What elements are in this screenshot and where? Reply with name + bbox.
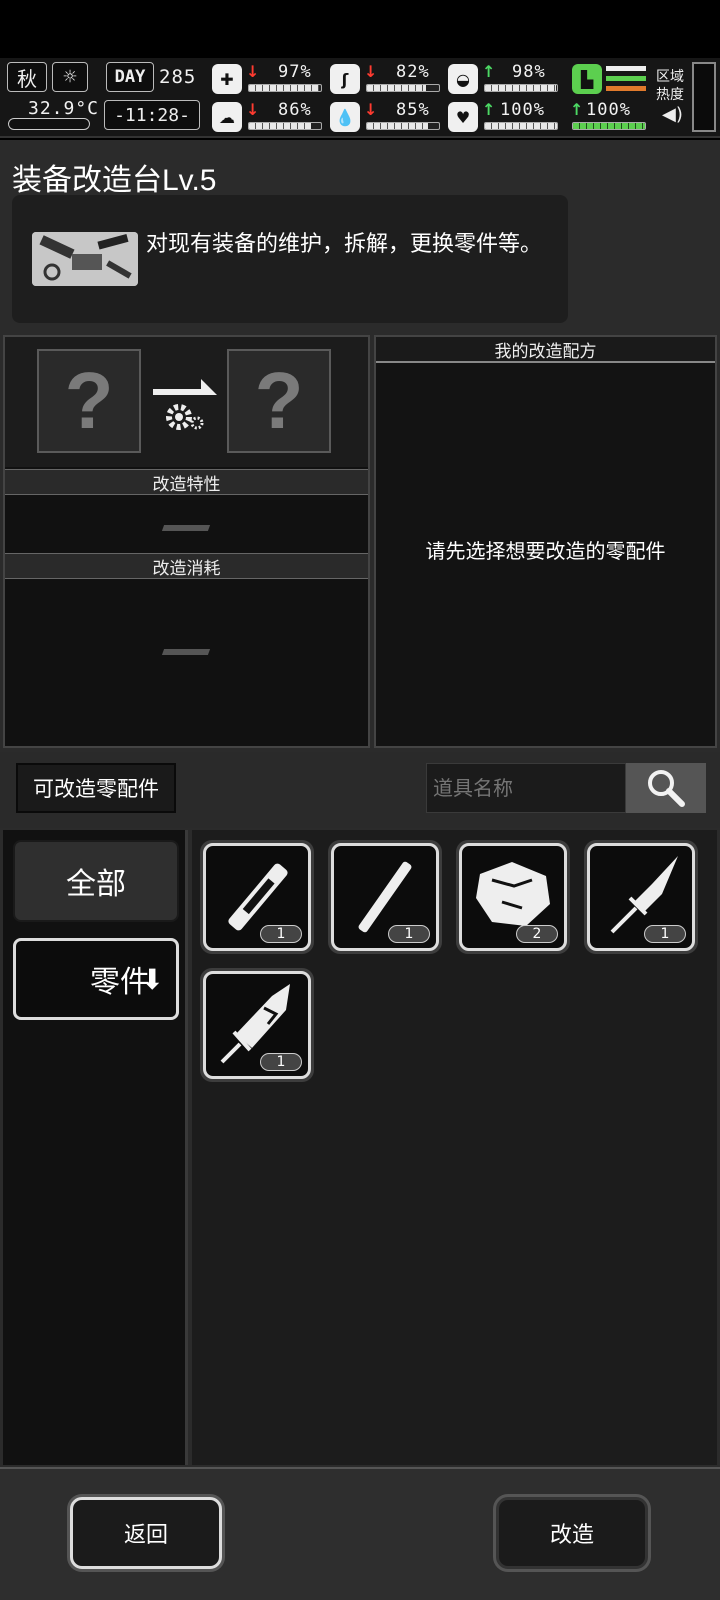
result-slot[interactable]: ? — [227, 349, 331, 453]
sun-icon: ☼ — [52, 62, 88, 92]
speaker-icon[interactable]: ◀) — [662, 104, 683, 125]
stamina-line-icon — [606, 76, 646, 81]
clock-value: -11:28- — [114, 104, 190, 126]
item-slot[interactable]: 1 — [584, 840, 698, 954]
trend-down-icon: ↓ — [364, 62, 378, 81]
stamina-value: 100% — [586, 100, 631, 120]
arrow-down-icon: ⬇ — [140, 963, 164, 996]
item-frame: 1 — [331, 843, 439, 951]
temperature-value: 32.9°C — [28, 98, 100, 119]
recipes-header: 我的改造配方 — [376, 337, 715, 363]
recipes-empty-message: 请先选择想要改造的零配件 — [425, 539, 666, 563]
water-drop-icon: 💧 — [330, 102, 360, 132]
trend-up-icon: ↑ — [482, 62, 496, 81]
back-button[interactable]: 返回 — [70, 1497, 222, 1569]
page-title: 装备改造台Lv.5 — [12, 164, 217, 197]
hunger-value: 82% — [396, 62, 430, 82]
item-frame: 2 — [459, 843, 567, 951]
health-bar — [248, 84, 322, 92]
tools-illustration — [32, 232, 138, 286]
stamina-bar — [572, 122, 646, 130]
thirst-value: 85% — [396, 100, 430, 120]
item-count-badge: 1 — [260, 925, 302, 943]
category-sidebar: 全部 零件 ⬇ — [3, 830, 188, 1465]
category-all-label: 全部 — [66, 867, 126, 902]
heart-icon: ♥ — [448, 102, 478, 132]
stomach-icon: ʃ — [330, 64, 360, 94]
zone-heat-label: 区域 热度 — [656, 69, 684, 103]
day-value: 285 — [159, 66, 197, 88]
item-count-badge: 1 — [388, 925, 430, 943]
helmet-icon: ◒ — [448, 64, 478, 94]
season-label: 秋 — [17, 66, 37, 91]
trend-up-icon: ↑ — [482, 100, 496, 119]
question-mark-icon: ? — [254, 356, 304, 445]
trend-down-icon: ↓ — [364, 100, 378, 119]
health-value: 97% — [278, 62, 312, 82]
search-icon — [648, 770, 685, 807]
trend-down-icon: ↓ — [246, 100, 260, 119]
hunger-bar — [366, 84, 440, 92]
trend-down-icon: ↓ — [246, 62, 260, 81]
stamina-line-icon — [606, 66, 646, 71]
item-slot[interactable]: 1 — [328, 840, 442, 954]
clock-display: -11:28- — [104, 100, 200, 130]
modifiable-parts-tab[interactable]: 可改造零配件 — [16, 763, 176, 813]
item-frame: 1 — [203, 843, 311, 951]
boot-icon: ▙ — [572, 64, 602, 94]
traits-empty-dash — [161, 525, 211, 531]
mental-bar — [248, 122, 322, 130]
item-count-badge: 1 — [644, 925, 686, 943]
item-slot[interactable]: 1 — [200, 840, 314, 954]
item-slot[interactable]: 1 — [200, 968, 314, 1082]
footer-bar: 返回 改造 — [0, 1467, 720, 1600]
convert-gear-icon — [151, 375, 221, 435]
day-label: DAY — [114, 67, 146, 87]
description-text: 对现有装备的维护，拆解，更换零件等。 — [146, 232, 543, 257]
stamina-line-icon — [606, 86, 646, 91]
modify-preview-panel: ? ? 改造特性 改造消耗 — [3, 335, 370, 748]
brain-icon: ☁ — [212, 102, 242, 132]
cost-header: 改造消耗 — [5, 553, 368, 579]
day-badge: DAY — [106, 62, 154, 92]
heart-bar — [484, 122, 558, 130]
thirst-bar — [366, 122, 440, 130]
question-mark-icon: ? — [64, 356, 114, 445]
item-frame: 1 — [203, 971, 311, 1079]
trend-up-icon: ↑ — [570, 100, 584, 119]
item-slot[interactable]: 2 — [456, 840, 570, 954]
traits-header: 改造特性 — [5, 469, 368, 495]
season-indicator: 秋 — [7, 62, 47, 92]
medkit-icon: ✚ — [212, 64, 242, 94]
thermometer-icon — [8, 118, 90, 130]
armor-bar — [484, 84, 558, 92]
mental-value: 86% — [278, 100, 312, 120]
recipes-panel: 我的改造配方 请先选择想要改造的零配件 — [374, 335, 717, 748]
hud-bar: 秋 ☼ 32.9°C DAY 285 -11:28- ✚ ↓ 97% ☁ ↓ 8… — [0, 58, 720, 138]
item-count-badge: 1 — [260, 1053, 302, 1071]
category-all-button[interactable]: 全部 — [13, 840, 179, 922]
category-parts-button[interactable]: 零件 ⬇ — [13, 938, 179, 1020]
source-slot[interactable]: ? — [37, 349, 141, 453]
parts-grid: 1 1 2 1 1 — [192, 830, 717, 1465]
zone-heat-meter — [692, 62, 716, 132]
system-status-bar — [0, 0, 720, 58]
armor-value: 98% — [512, 62, 546, 82]
item-frame: 1 — [587, 843, 695, 951]
heart-value: 100% — [500, 100, 545, 120]
item-search-input[interactable] — [426, 763, 626, 813]
item-count-badge: 2 — [516, 925, 558, 943]
search-button[interactable] — [626, 763, 706, 813]
cost-empty-dash — [161, 649, 211, 655]
modify-button[interactable]: 改造 — [496, 1497, 648, 1569]
